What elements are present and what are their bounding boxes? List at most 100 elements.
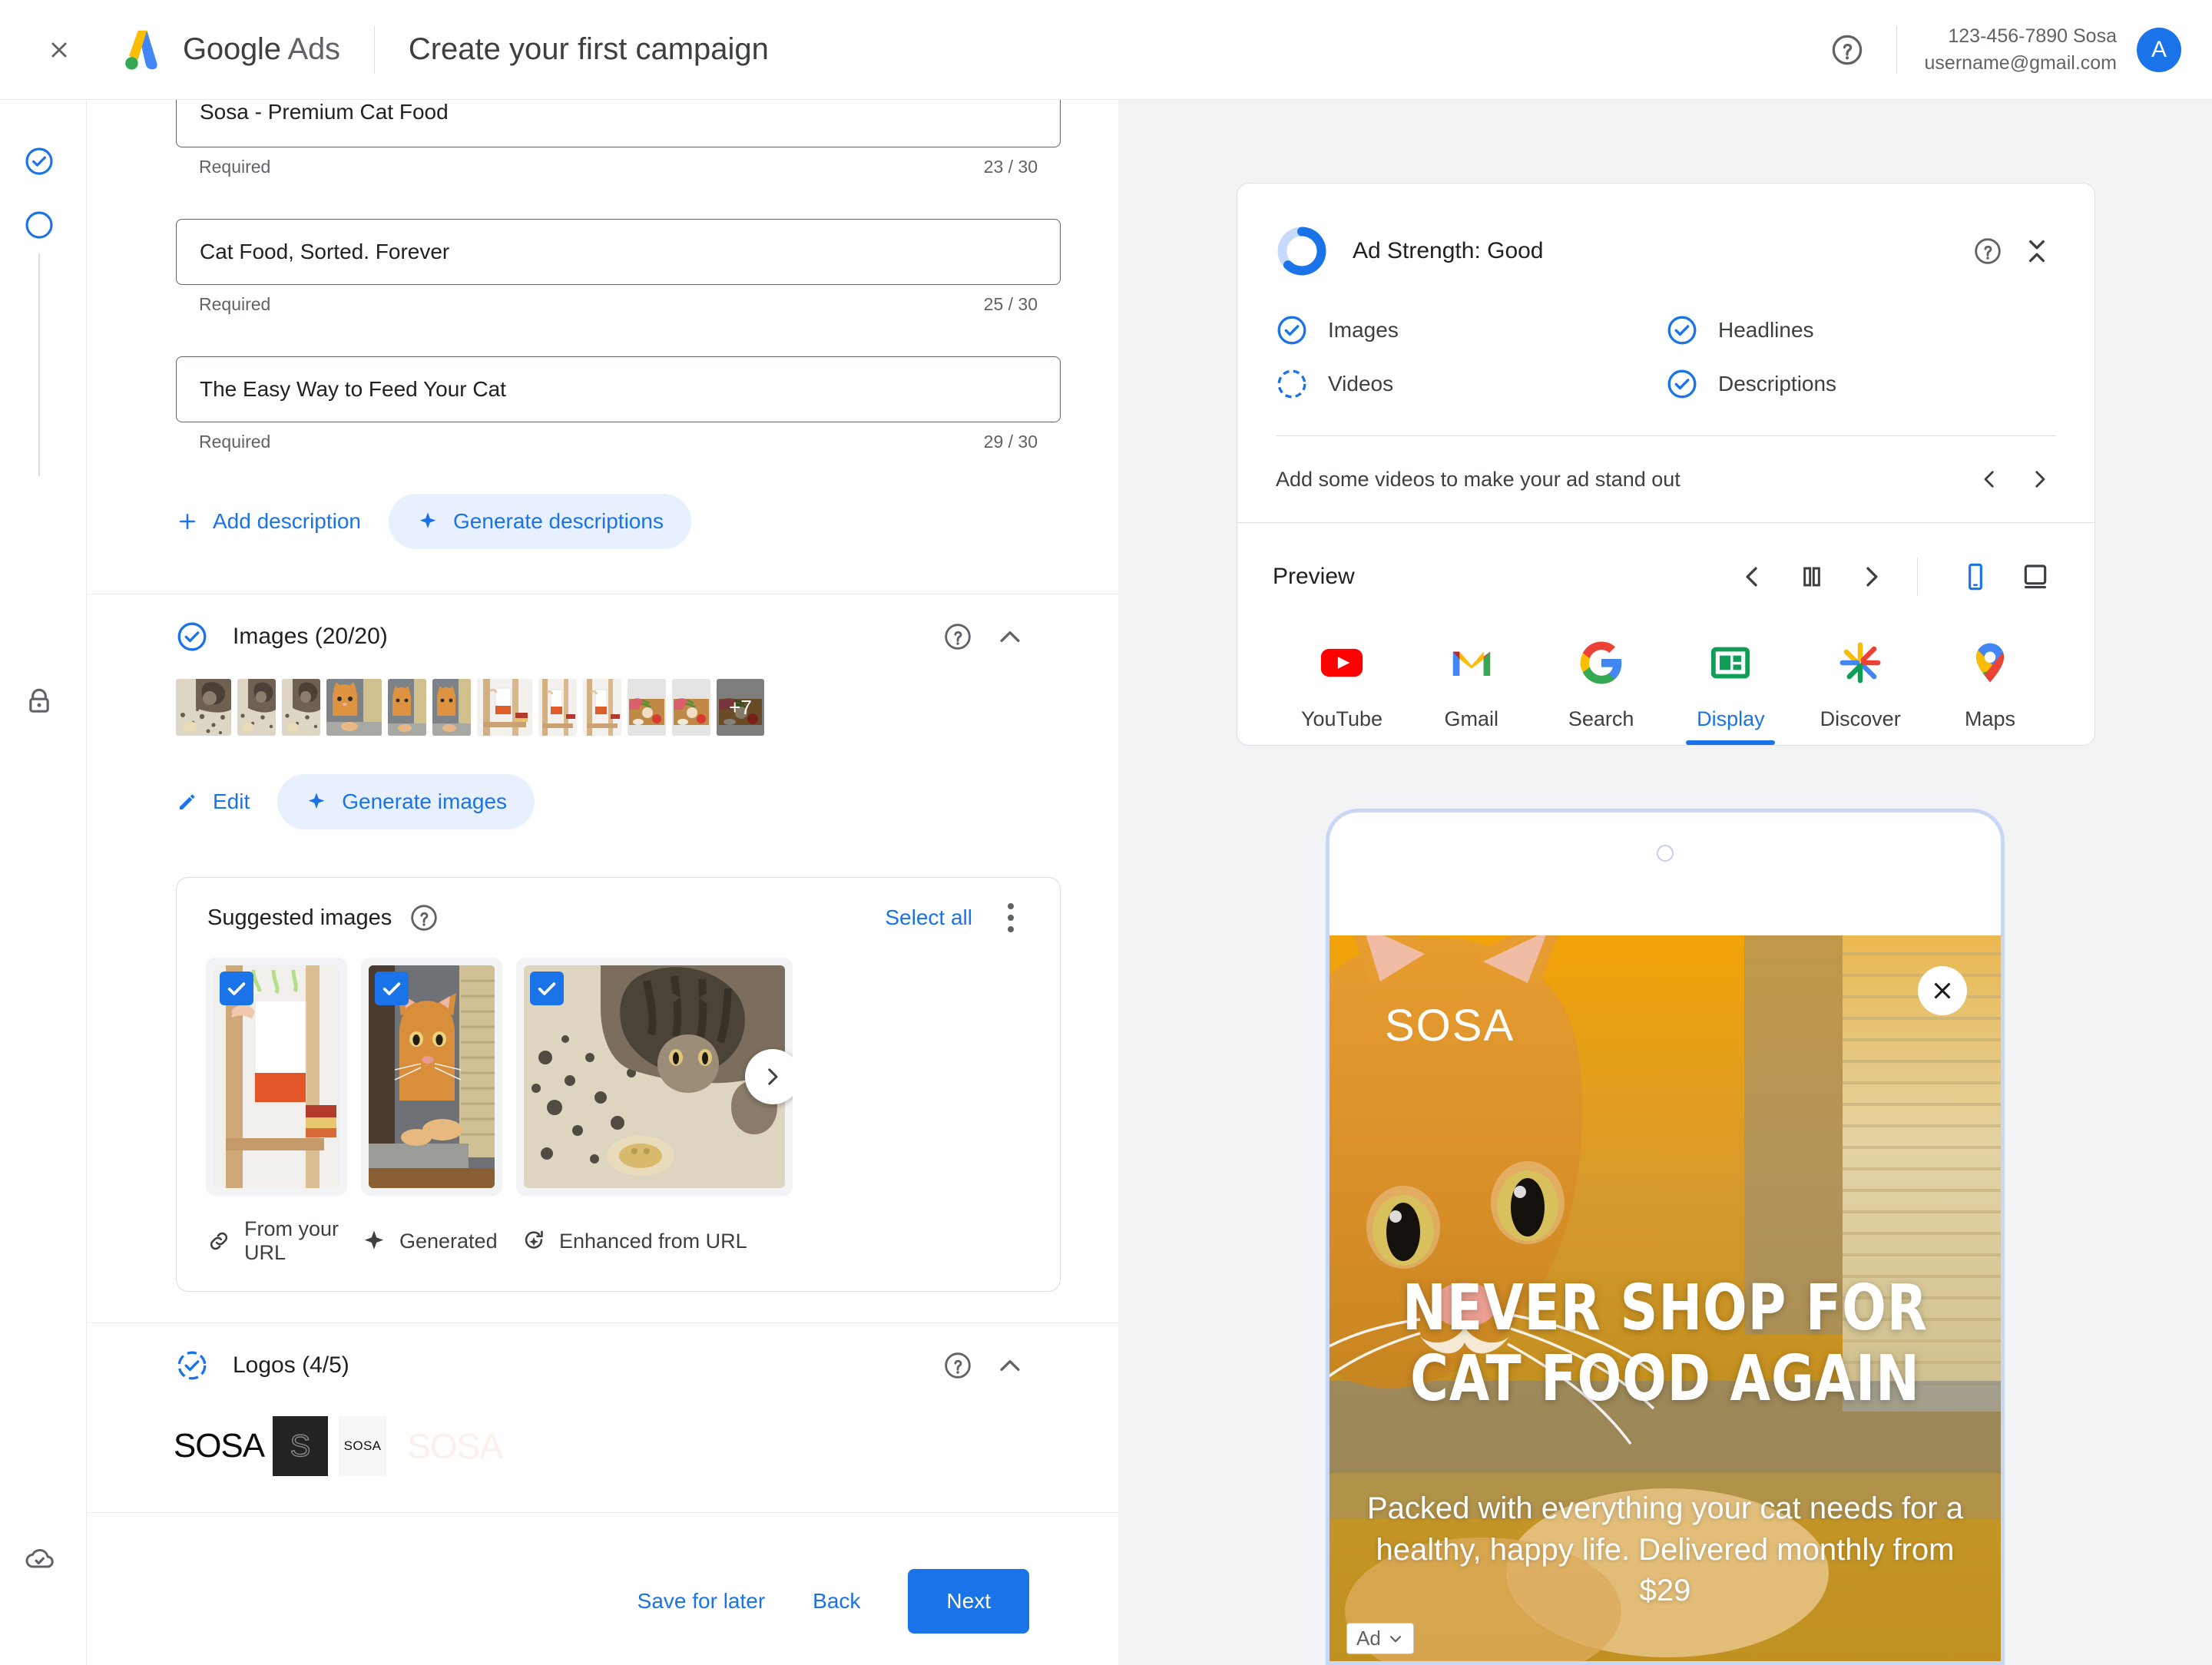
image-thumbnail[interactable] — [237, 679, 276, 736]
generate-images-button[interactable]: Generate images — [277, 774, 535, 829]
platform-tab-discover[interactable]: Discover — [1802, 635, 1919, 745]
image-thumbnail[interactable] — [538, 679, 577, 736]
check-circle-icon — [1276, 314, 1308, 346]
logo-text: SOSA — [174, 1427, 264, 1465]
suggested-images-card: Suggested images Select all — [176, 877, 1061, 1292]
close-button[interactable] — [37, 28, 81, 72]
image-thumbnail[interactable] — [672, 679, 710, 736]
select-all-button[interactable]: Select all — [885, 905, 972, 930]
plus-icon — [176, 510, 199, 533]
help-circle-icon[interactable] — [409, 902, 439, 933]
preview-next-button[interactable] — [1848, 553, 1896, 601]
suggested-image-card[interactable] — [516, 958, 793, 1196]
logo-thumbnail[interactable]: SOSA — [397, 1416, 512, 1476]
field-gap — [176, 315, 1029, 356]
chevron-right-icon — [1856, 561, 1887, 592]
images-help-button[interactable] — [939, 617, 977, 656]
preview-control-divider — [1917, 558, 1918, 596]
tip-prev-button[interactable] — [1964, 454, 2015, 505]
account-info: 123-456-7890 Sosa username@gmail.com — [1925, 23, 2117, 78]
description-counter-2: 25 / 30 — [984, 294, 1038, 315]
image-thumbnail[interactable] — [326, 679, 382, 736]
images-section: Images (20/20) — [88, 594, 1118, 1323]
description-input-2[interactable]: Cat Food, Sorted. Forever — [176, 219, 1061, 285]
platform-tab-label: Search — [1568, 707, 1634, 731]
field-gap — [176, 177, 1029, 219]
ad-strength-item-label: Videos — [1328, 372, 1393, 396]
platform-tab-youtube[interactable]: YouTube — [1283, 635, 1400, 745]
generate-descriptions-label: Generate descriptions — [453, 509, 664, 534]
suggested-image-checkbox[interactable] — [220, 972, 253, 1005]
suggested-image-card[interactable] — [361, 958, 502, 1196]
back-button[interactable]: Back — [813, 1589, 860, 1614]
help-button[interactable] — [1826, 28, 1869, 71]
next-button[interactable]: Next — [908, 1569, 1029, 1634]
description-input-1[interactable]: Sosa - Premium Cat Food — [176, 100, 1061, 147]
google-g-icon — [1574, 635, 1629, 690]
suggested-images-menu-button[interactable] — [992, 899, 1029, 936]
preview-desktop-button[interactable] — [2012, 553, 2059, 601]
unfold-less-icon — [2022, 236, 2052, 266]
step-complete-icon[interactable] — [24, 146, 55, 177]
preview-mobile-button[interactable] — [1952, 553, 1999, 601]
description-input-3[interactable]: The Easy Way to Feed Your Cat — [176, 356, 1061, 422]
logo-thumbnail[interactable]: S — [273, 1416, 328, 1476]
display-icon — [1703, 635, 1758, 690]
ad-strength-item-images: Images — [1276, 314, 1666, 346]
logo-thumbnail[interactable]: SOSA — [339, 1416, 386, 1476]
header-divider — [374, 26, 375, 74]
save-for-later-button[interactable]: Save for later — [637, 1589, 766, 1614]
preview-pause-button[interactable] — [1788, 553, 1836, 601]
logo-thumbnail[interactable]: SOSA — [176, 1416, 262, 1476]
discover-icon — [1833, 635, 1888, 690]
image-thumbnail[interactable] — [477, 679, 532, 736]
platform-tab-gmail[interactable]: Gmail — [1413, 635, 1530, 745]
suggested-image-checkbox[interactable] — [530, 972, 564, 1005]
images-collapse-button[interactable] — [991, 617, 1029, 656]
generate-images-label: Generate images — [342, 789, 507, 814]
suggested-images-header: Suggested images Select all — [177, 878, 1060, 958]
preview-prev-button[interactable] — [1728, 553, 1776, 601]
suggested-image-checkbox[interactable] — [375, 972, 409, 1005]
add-description-button[interactable]: Add description — [176, 509, 361, 534]
suggested-image-card[interactable] — [206, 958, 347, 1196]
google-ads-logo-icon — [118, 26, 166, 74]
chevron-left-icon — [1737, 561, 1767, 592]
tip-next-button[interactable] — [2015, 454, 2065, 505]
logos-section: Logos (4/5) SOSA — [88, 1323, 1118, 1513]
ad-strength-help-button[interactable] — [1969, 232, 2007, 270]
dashed-circle-icon — [1276, 368, 1308, 400]
pencil-icon — [176, 790, 199, 813]
logos-help-button[interactable] — [939, 1346, 977, 1385]
step-current-icon[interactable] — [24, 210, 55, 240]
image-thumbnail[interactable] — [388, 679, 426, 736]
image-thumbnail[interactable] — [583, 679, 621, 736]
ad-strength-header: Ad Strength: Good — [1237, 184, 2094, 277]
image-thumbnail[interactable] — [628, 679, 666, 736]
image-thumbnail-overflow[interactable]: +7 — [717, 679, 764, 736]
description-counter-1: 23 / 30 — [984, 157, 1038, 177]
google-ads-campaign-builder: Google Ads Create your first campaign 12… — [0, 0, 2212, 1665]
image-thumbnail[interactable] — [282, 679, 320, 736]
description-counter-3: 29 / 30 — [984, 432, 1038, 452]
avatar[interactable]: A — [2137, 28, 2181, 72]
suggested-images-next-button[interactable] — [745, 1049, 793, 1104]
edit-images-button[interactable]: Edit — [176, 789, 250, 814]
display-ad-creative[interactable]: SOSA NEVER SHOP FOR CAT FOOD AGAIN Packe… — [1330, 935, 2001, 1665]
images-status-check-icon — [176, 621, 208, 653]
chevron-down-icon — [1387, 1630, 1404, 1647]
account-divider — [1896, 26, 1897, 74]
platform-tab-maps[interactable]: Maps — [1932, 635, 2048, 745]
enhance-icon — [521, 1228, 547, 1254]
ad-strength-collapse-button[interactable] — [2018, 232, 2056, 270]
phone-preview-frame: SOSA NEVER SHOP FOR CAT FOOD AGAIN Packe… — [1326, 809, 2005, 1665]
generate-descriptions-button[interactable]: Generate descriptions — [389, 494, 691, 549]
ad-disclosure-badge[interactable]: Ad — [1346, 1623, 1414, 1654]
platform-tab-search[interactable]: Search — [1543, 635, 1660, 745]
image-thumbnail[interactable] — [432, 679, 471, 736]
platform-tab-display[interactable]: Display — [1672, 635, 1789, 745]
image-thumbnail[interactable] — [176, 679, 231, 736]
logos-collapse-button[interactable] — [991, 1346, 1029, 1385]
ad-strength-item-headlines: Headlines — [1666, 314, 2056, 346]
ad-close-button[interactable] — [1918, 966, 1967, 1015]
